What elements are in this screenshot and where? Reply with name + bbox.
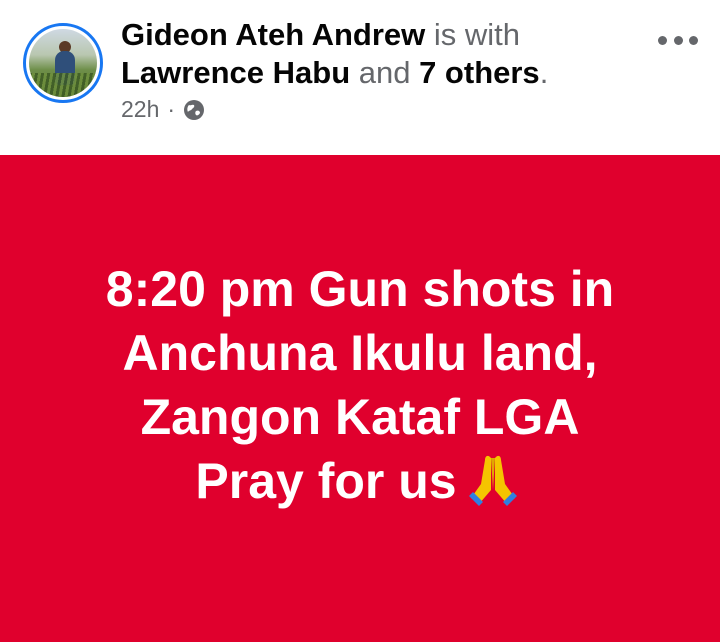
others-link[interactable]: 7 others xyxy=(419,55,540,90)
post-header: Gideon Ateh Andrew is with Lawrence Habu… xyxy=(0,0,720,155)
post-line: Pray for us xyxy=(195,452,457,509)
post-meta: 22h · xyxy=(121,96,641,123)
author-name[interactable]: Gideon Ateh Andrew xyxy=(121,17,425,52)
praying-hands-icon xyxy=(461,450,525,508)
more-dot xyxy=(689,35,698,45)
post-time[interactable]: 22h xyxy=(121,96,159,123)
avatar-photo xyxy=(29,29,97,97)
and-text: and xyxy=(350,55,420,90)
meta-separator: · xyxy=(167,96,176,122)
with-text: is with xyxy=(425,17,521,52)
attribution-line-1: Gideon Ateh Andrew is with xyxy=(121,16,641,54)
post-line-last: Pray for us xyxy=(106,449,614,513)
globe-icon[interactable] xyxy=(183,99,205,121)
more-dot xyxy=(658,35,667,45)
more-options-icon[interactable] xyxy=(658,30,698,50)
period-text: . xyxy=(539,55,549,90)
post-attribution: Gideon Ateh Andrew is with Lawrence Habu… xyxy=(121,16,641,123)
attribution-line-2: Lawrence Habu and 7 others. xyxy=(121,54,641,92)
post-line: 8:20 pm Gun shots in xyxy=(105,260,615,317)
post-line: Anchuna Ikulu land, xyxy=(122,324,598,381)
post-content: 8:20 pm Gun shots in Anchuna Ikulu land,… xyxy=(0,155,720,642)
post-line: Zangon Kataf LGA xyxy=(140,388,580,445)
avatar[interactable] xyxy=(23,23,103,103)
more-dot xyxy=(673,35,683,45)
tagged-name[interactable]: Lawrence Habu xyxy=(121,55,350,90)
post-text: 8:20 pm Gun shots in Anchuna Ikulu land,… xyxy=(106,257,614,513)
avatar-grass xyxy=(29,73,97,97)
